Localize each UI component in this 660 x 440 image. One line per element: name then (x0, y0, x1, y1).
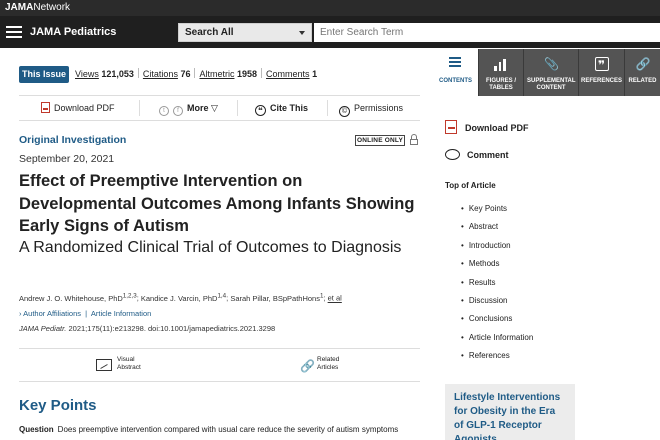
metric-views[interactable]: Views 121,053 (75, 69, 134, 79)
quote-icon: ❝ (255, 105, 266, 116)
article-subtitle: A Randomized Clinical Trial of Outcomes … (19, 239, 402, 256)
table-of-contents: Key Points Abstract Introduction Methods… (461, 200, 533, 366)
affiliation-links: › Author Affiliations | Article Informat… (19, 309, 152, 318)
unlock-icon (410, 134, 418, 146)
references-icon: ❞ (594, 57, 609, 72)
facebook-icon[interactable]: f (173, 106, 183, 116)
tab-figures-tables[interactable]: FIGURES / TABLES (478, 49, 523, 96)
cite-this-button[interactable]: ❝ Cite This (255, 96, 308, 120)
key-points-heading: Key Points (19, 397, 97, 414)
tab-contents[interactable]: CONTENTS (433, 49, 478, 96)
toc-item[interactable]: Article Information (461, 329, 533, 347)
this-issue-button[interactable]: This Issue (19, 66, 69, 83)
journal-title[interactable]: JAMA Pediatrics (30, 16, 116, 48)
more-label: More (187, 103, 209, 113)
tab-related[interactable]: 🔗 RELATED (624, 49, 660, 96)
top-of-article-heading[interactable]: Top of Article (445, 181, 496, 190)
visual-abstract-link[interactable]: Visual Abstract (117, 356, 141, 372)
link-icon[interactable]: 🔗 (300, 359, 315, 373)
sidebar-download-pdf[interactable]: Download PDF (445, 120, 529, 134)
search-scope-label: Search All (185, 27, 234, 38)
article-toolbar: Download PDF t f More ▽ ❝ Cite This © Permis… (19, 95, 420, 121)
toc-item[interactable]: Introduction (461, 237, 533, 255)
cite-this-label: Cite This (270, 103, 309, 113)
toc-item[interactable]: Discussion (461, 292, 533, 310)
publication-date: September 20, 2021 (19, 153, 115, 165)
download-pdf-label: Download PDF (54, 103, 115, 113)
permissions-button[interactable]: © Permissions (339, 96, 403, 120)
metric-comments[interactable]: Comments 1 (266, 69, 317, 79)
right-panel-tabs: CONTENTS FIGURES / TABLES 📎 SUPPLEMENTAL… (433, 49, 660, 96)
menu-icon[interactable] (6, 26, 22, 38)
supplemental-icon: 📎 (544, 57, 559, 71)
metric-citations[interactable]: Citations 76 (143, 69, 191, 79)
search-input[interactable] (314, 23, 660, 42)
article-metrics: Views 121,053 Citations 76 Altmetric 1958 C… (75, 68, 321, 79)
copyright-icon: © (339, 106, 350, 117)
metric-altmetric[interactable]: Altmetric 1958 (199, 69, 257, 79)
article-title: Effect of Preemptive Intervention on Dev… (19, 172, 415, 235)
related-articles-link[interactable]: Related Articles (317, 356, 339, 372)
search-scope-select[interactable]: Search All (178, 23, 312, 42)
sidebar-comment[interactable]: Comment (445, 149, 509, 160)
promo-link[interactable]: Lifestyle Interventions for Obesity in t… (454, 391, 566, 440)
online-only-badge: ONLINE ONLY (355, 135, 405, 146)
figures-icon (494, 57, 508, 71)
twitter-icon[interactable]: t (159, 106, 169, 116)
author-link[interactable]: Andrew J. O. Whitehouse, PhD1,2,3 (19, 292, 137, 303)
article-type[interactable]: Original Investigation (19, 134, 126, 146)
author-link[interactable]: Sarah Pillar, BSpPathHons1 (230, 292, 323, 303)
toc-item[interactable]: Key Points (461, 200, 533, 218)
contents-icon (448, 57, 463, 71)
tab-supplemental-content[interactable]: 📎 SUPPLEMENTAL CONTENT (523, 49, 578, 96)
related-icon: 🔗 (635, 57, 651, 71)
pdf-icon (445, 120, 457, 134)
author-affiliations-link[interactable]: Author Affiliations (23, 309, 81, 318)
comment-icon (445, 149, 460, 160)
permissions-label: Permissions (354, 103, 404, 113)
toc-item[interactable]: Abstract (461, 218, 533, 236)
visual-abstract-icon[interactable] (96, 359, 112, 371)
more-share-button[interactable]: t f More ▽ (159, 96, 218, 120)
chevron-right-icon: › (19, 309, 22, 318)
article-information-link[interactable]: Article Information (91, 309, 151, 318)
journal-header: JAMA Pediatrics Search All (0, 16, 660, 48)
toc-item[interactable]: Methods (461, 255, 533, 273)
network-logo[interactable]: JAMA (5, 2, 33, 13)
citation-line: JAMA Pediatr. 2021;175(11):e213298. doi:… (19, 324, 276, 333)
et-al-link[interactable]: et al (328, 294, 342, 303)
pdf-icon (41, 102, 50, 113)
chevron-down-icon (299, 31, 305, 35)
toc-item[interactable]: References (461, 347, 533, 365)
author-link[interactable]: Kandice J. Varcin, PhD1,4 (141, 292, 226, 303)
toc-item[interactable]: Results (461, 274, 533, 292)
tab-references[interactable]: ❞ REFERENCES (578, 49, 624, 96)
author-list: Andrew J. O. Whitehouse, PhD1,2,3; Kandi… (19, 292, 342, 303)
network-bar: JAMANetwork (0, 0, 660, 16)
toc-item[interactable]: Conclusions (461, 310, 533, 328)
network-logo-suffix[interactable]: Network (33, 2, 70, 13)
key-points-question: Question Does preemptive intervention com… (19, 425, 399, 434)
media-row: Visual Abstract 🔗 Related Articles (19, 348, 420, 382)
download-pdf-button[interactable]: Download PDF (41, 96, 115, 120)
chevron-down-icon: ▽ (211, 103, 218, 113)
promo-box: Lifestyle Interventions for Obesity in t… (445, 384, 575, 440)
